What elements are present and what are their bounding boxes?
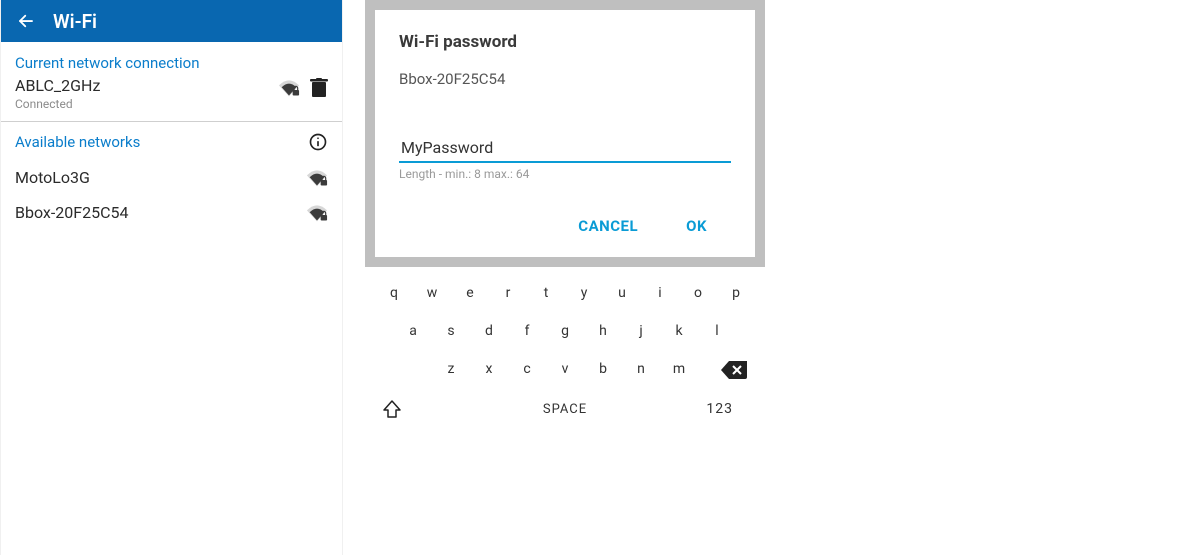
key-g[interactable]: g: [546, 323, 584, 339]
key-w[interactable]: w: [413, 285, 451, 301]
key-q[interactable]: q: [375, 285, 413, 301]
key-f[interactable]: f: [508, 323, 546, 339]
key-m[interactable]: m: [660, 361, 698, 377]
key-c[interactable]: c: [508, 361, 546, 377]
onscreen-keyboard: q w e r t y u i o p a s d f g h j k l z …: [365, 267, 765, 425]
key-n[interactable]: n: [622, 361, 660, 377]
key-u[interactable]: u: [603, 285, 641, 301]
back-arrow-icon[interactable]: [17, 12, 35, 30]
key-r[interactable]: r: [489, 285, 527, 301]
key-d[interactable]: d: [470, 323, 508, 339]
current-network-name: ABLC_2GHz: [15, 76, 278, 95]
ok-button[interactable]: OK: [686, 217, 707, 235]
key-j[interactable]: j: [622, 323, 660, 339]
wifi-password-dialog: Wi-Fi password Bbox-20F25C54 Length - mi…: [375, 10, 755, 257]
key-a[interactable]: a: [394, 323, 432, 339]
backspace-icon[interactable]: [721, 361, 747, 379]
header-title: Wi-Fi: [53, 10, 97, 33]
cancel-button[interactable]: CANCEL: [578, 217, 638, 235]
key-s[interactable]: s: [432, 323, 470, 339]
numeric-mode-key[interactable]: 123: [706, 401, 733, 417]
current-network-info: ABLC_2GHz Connected: [15, 76, 278, 111]
space-key[interactable]: SPACE: [543, 402, 587, 417]
key-i[interactable]: i: [641, 285, 679, 301]
delete-network-icon[interactable]: [310, 78, 328, 98]
available-network-row[interactable]: MotoLo3G: [1, 160, 342, 195]
info-icon[interactable]: [308, 132, 328, 152]
password-entry-panel: Wi-Fi password Bbox-20F25C54 Length - mi…: [365, 0, 765, 555]
key-t[interactable]: t: [527, 285, 565, 301]
key-l[interactable]: l: [698, 323, 736, 339]
password-input[interactable]: [399, 136, 731, 163]
keyboard-row-4: SPACE 123: [373, 399, 757, 419]
available-network-name: Bbox-20F25C54: [15, 203, 306, 222]
keyboard-row-3: z x c v b n m: [373, 361, 757, 377]
available-section-label: Available networks: [15, 133, 308, 151]
wifi-secured-icon: [306, 169, 328, 187]
key-v[interactable]: v: [546, 361, 584, 377]
header-bar: Wi-Fi: [1, 0, 342, 42]
keyboard-row-1: q w e r t y u i o p: [373, 285, 757, 301]
key-k[interactable]: k: [660, 323, 698, 339]
dialog-title: Wi-Fi password: [399, 32, 731, 52]
password-hint: Length - min.: 8 max.: 64: [399, 167, 731, 181]
key-b[interactable]: b: [584, 361, 622, 377]
dialog-network-name: Bbox-20F25C54: [399, 70, 731, 88]
wifi-settings-panel: Wi-Fi Current network connection ABLC_2G…: [0, 0, 343, 555]
key-y[interactable]: y: [565, 285, 603, 301]
current-network-status: Connected: [15, 97, 278, 111]
key-h[interactable]: h: [584, 323, 622, 339]
shift-icon[interactable]: [383, 400, 401, 418]
key-e[interactable]: e: [451, 285, 489, 301]
wifi-secured-icon: [278, 79, 300, 97]
modal-backdrop: Wi-Fi password Bbox-20F25C54 Length - mi…: [365, 0, 765, 267]
key-o[interactable]: o: [679, 285, 717, 301]
keyboard-row-2: a s d f g h j k l: [373, 323, 757, 339]
key-x[interactable]: x: [470, 361, 508, 377]
available-section-header: Available networks: [1, 122, 342, 160]
available-network-name: MotoLo3G: [15, 168, 306, 187]
current-network-row[interactable]: ABLC_2GHz Connected: [1, 76, 342, 122]
current-section-label: Current network connection: [1, 42, 342, 76]
key-z[interactable]: z: [432, 361, 470, 377]
available-network-row[interactable]: Bbox-20F25C54: [1, 195, 342, 230]
key-p[interactable]: p: [717, 285, 755, 301]
wifi-secured-icon: [306, 204, 328, 222]
